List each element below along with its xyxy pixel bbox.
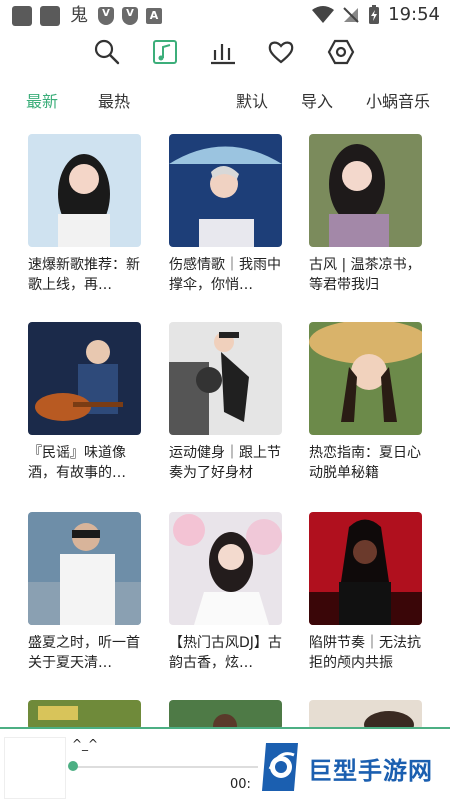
playlist-cover <box>28 134 141 247</box>
watermark: 巨型手游网 <box>258 735 450 802</box>
playlist-title: 速爆新歌推荐：新歌上线，再… <box>28 257 140 293</box>
playlist-card[interactable]: 运动健身｜跟上节奏为了好身材 <box>169 322 282 483</box>
watermark-logo-icon <box>262 743 298 791</box>
playlist-title: 古风 | 温茶凉书，等君带我归 <box>309 257 421 293</box>
wifi-icon <box>312 5 335 23</box>
playlist-card[interactable] <box>309 700 422 730</box>
playlist-card[interactable]: 古风 | 温茶凉书，等君带我归 <box>309 134 422 295</box>
music-note-icon[interactable] <box>151 38 179 66</box>
clock: 19:54 <box>388 4 440 25</box>
playlist-cover <box>309 134 422 247</box>
status-notifications: 鬼 A <box>12 6 162 26</box>
playlist-card[interactable]: 陷阱节奏｜无法抗拒的颅内共振 <box>309 512 422 673</box>
search-icon[interactable] <box>93 38 121 66</box>
bar-chart-icon[interactable] <box>209 38 237 66</box>
hexagon-settings-icon[interactable] <box>327 38 355 66</box>
category-tabs: 最新 最热 默认 导入 小蜗音乐 <box>0 86 450 114</box>
playlist-card[interactable] <box>169 700 282 730</box>
tab-hottest[interactable]: 最热 <box>98 88 130 112</box>
playlist-card[interactable]: 盛夏之时，听一首关于夏天清… <box>28 512 141 673</box>
playlist-cover <box>28 322 141 435</box>
playlist-cover <box>309 700 422 730</box>
playlist-card[interactable]: 热恋指南：夏日心动脱单秘籍 <box>309 322 422 483</box>
app-notification-icon: 鬼 <box>70 5 88 26</box>
playlist-card[interactable]: 伤感情歌｜我雨中撑伞，你悄… <box>169 134 282 295</box>
playlist-cover <box>309 322 422 435</box>
letter-a-icon: A <box>146 8 162 24</box>
progress-track[interactable] <box>72 766 272 768</box>
notification-square-icon <box>12 6 32 26</box>
playlist-title: 【热门古风DJ】古韵古香，炫… <box>169 635 282 671</box>
playlist-cover <box>28 512 141 625</box>
tab-import[interactable]: 导入 <box>301 88 333 112</box>
notification-square-icon <box>40 6 60 26</box>
progress-knob[interactable] <box>68 761 78 771</box>
playlist-cover <box>169 322 282 435</box>
tab-snail-music[interactable]: 小蜗音乐 <box>366 88 430 112</box>
playlist-title: 伤感情歌｜我雨中撑伞，你悄… <box>169 257 281 293</box>
playlist-cover <box>169 512 282 625</box>
watermark-text: 巨型手游网 <box>308 757 433 785</box>
no-signal-icon <box>343 6 359 23</box>
playlist-title: 『民谣』味道像酒，有故事的… <box>28 445 126 481</box>
playlist-title: 运动健身｜跟上节奏为了好身材 <box>169 445 281 481</box>
top-toolbar <box>0 36 450 72</box>
playlist-card[interactable]: 『民谣』味道像酒，有故事的… <box>28 322 141 483</box>
now-playing-time: 00: <box>230 777 251 792</box>
playlist-title: 盛夏之时，听一首关于夏天清… <box>28 635 140 671</box>
playlist-title: 热恋指南：夏日心动脱单秘籍 <box>309 445 421 481</box>
playlist-cover <box>169 700 282 730</box>
playlist-title: 陷阱节奏｜无法抗拒的颅内共振 <box>309 635 421 671</box>
playlist-card[interactable] <box>28 700 141 730</box>
status-bar: 鬼 A 19:54 <box>0 0 450 32</box>
battery-charging-icon <box>369 4 380 24</box>
tab-latest[interactable]: 最新 <box>26 88 58 112</box>
playlist-cover <box>309 512 422 625</box>
playlist-card[interactable]: 【热门古风DJ】古韵古香，炫… <box>169 512 282 673</box>
tab-default[interactable]: 默认 <box>236 88 268 112</box>
heart-icon[interactable] <box>267 38 295 66</box>
playlist-card[interactable]: 速爆新歌推荐：新歌上线，再… <box>28 134 141 295</box>
mini-player[interactable]: ^_^ 00: 巨型手游网 <box>0 727 450 802</box>
status-system: 19:54 <box>312 4 440 25</box>
vpn-shield-icon <box>122 7 138 25</box>
vpn-shield-icon <box>98 7 114 25</box>
now-playing-cover[interactable] <box>4 737 66 799</box>
now-playing-title: ^_^ <box>72 737 99 751</box>
playlist-cover <box>169 134 282 247</box>
playlist-cover <box>28 700 141 730</box>
